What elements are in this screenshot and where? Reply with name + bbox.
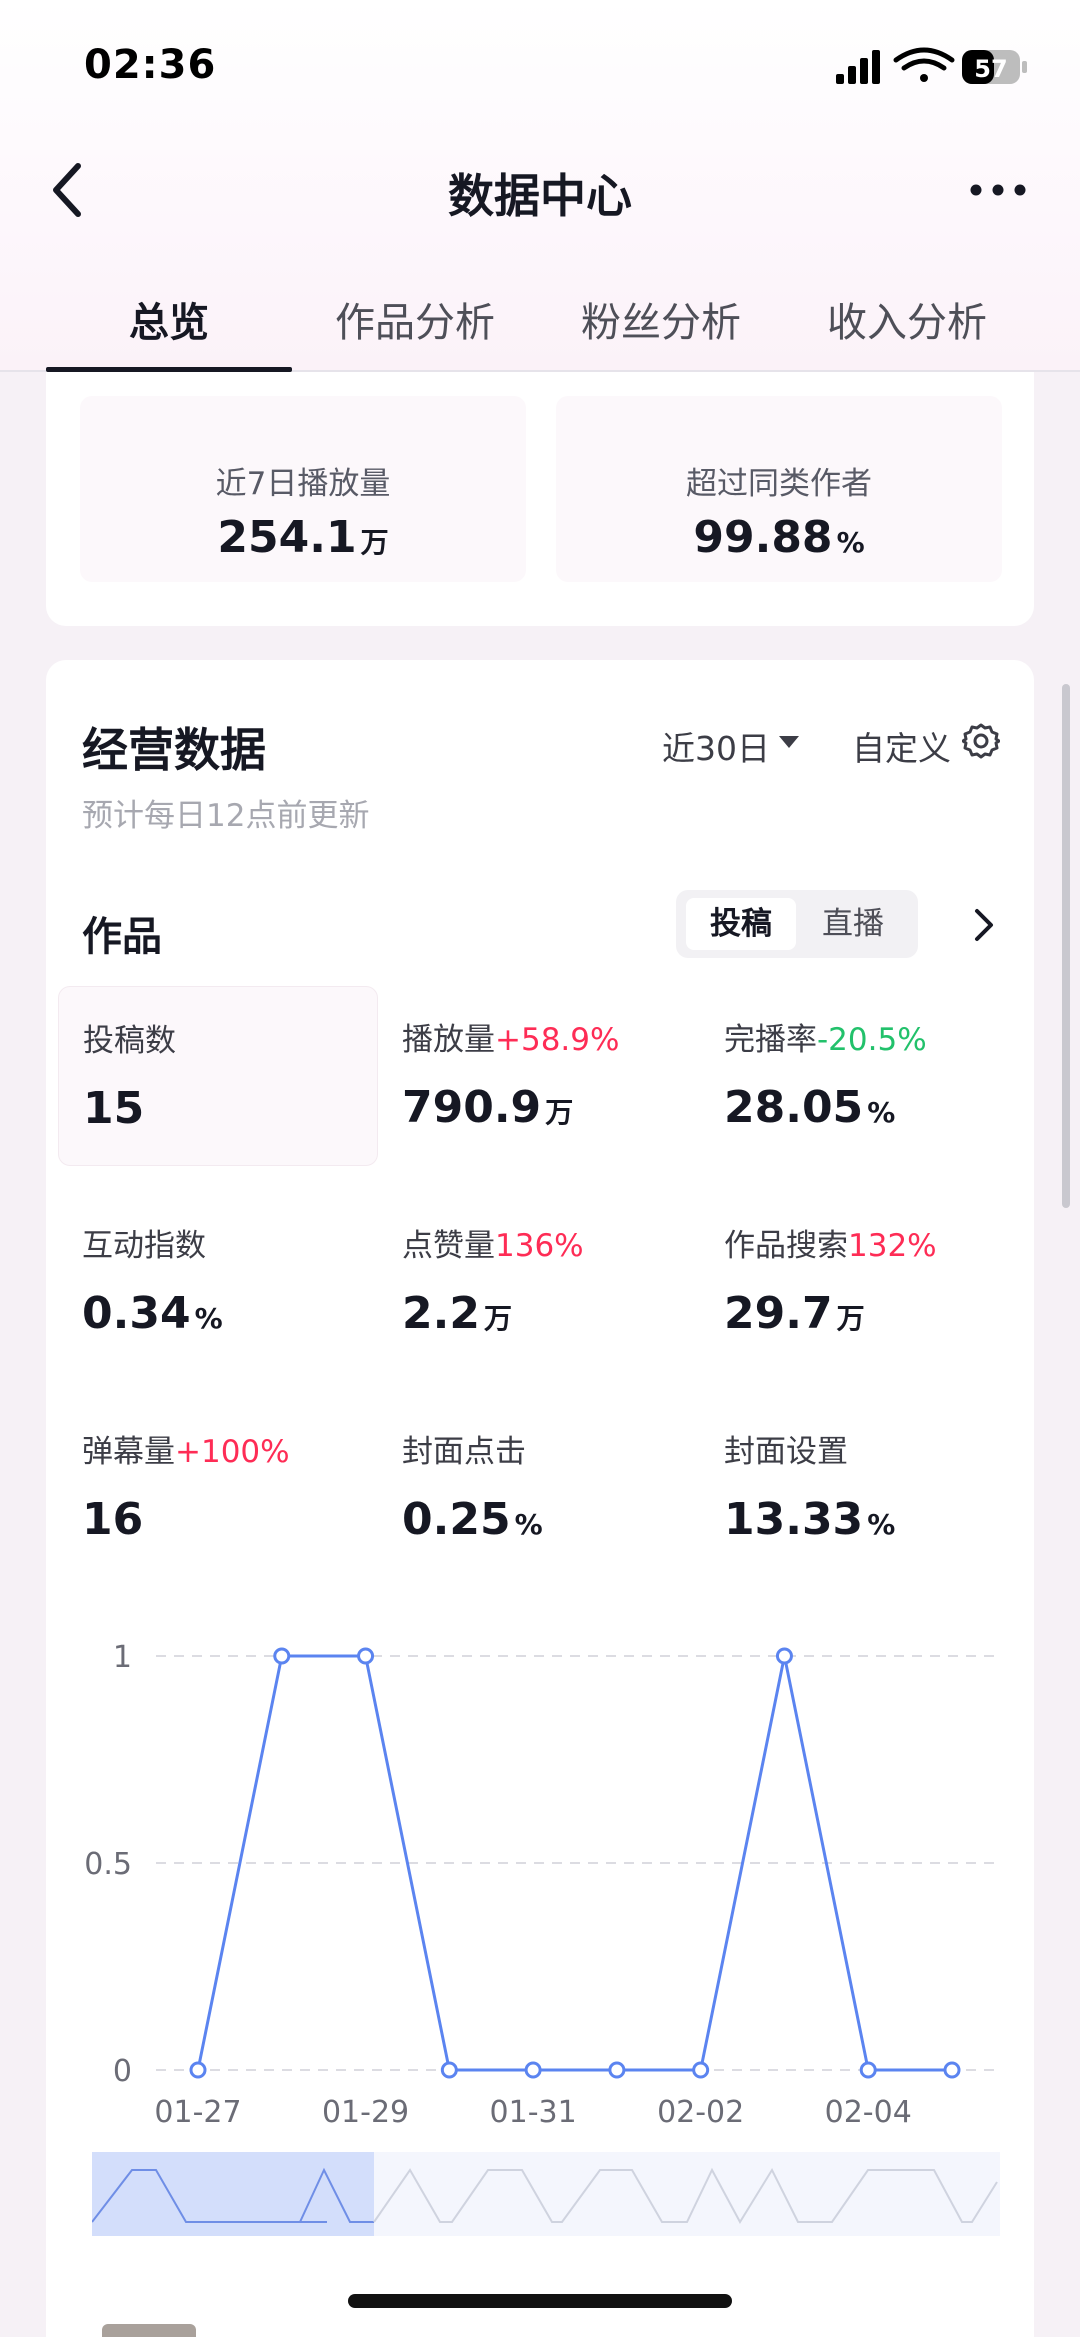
x-tick-label: 01-29	[322, 2095, 409, 2130]
battery-level: 57	[974, 55, 1007, 83]
summary-rank-label: 超过同类作者	[686, 466, 872, 502]
x-tick-label: 01-31	[490, 2095, 577, 2130]
business-title: 经营数据	[82, 723, 266, 777]
slider-selection[interactable]	[92, 2152, 374, 2236]
more-options-icon[interactable]	[968, 178, 1028, 202]
signal-icon	[836, 50, 880, 84]
works-segment-control: 投稿 直播	[676, 890, 918, 958]
data-point	[440, 2061, 458, 2079]
metric-engagement-index[interactable]: 互动指数 0.34%	[58, 1192, 378, 1372]
summary-plays-value: 254.1 万	[217, 512, 389, 563]
summary-plays-label: 近7日播放量	[215, 466, 391, 502]
home-indicator[interactable]	[348, 2294, 732, 2308]
wifi-icon	[893, 47, 955, 82]
x-tick-label: 02-04	[825, 2095, 912, 2130]
tab-works-analysis[interactable]: 作品分析	[292, 290, 538, 348]
summary-card: 近7日播放量 254.1 万 超过同类作者 99.88%	[46, 372, 1034, 626]
data-point	[943, 2061, 961, 2079]
data-point	[608, 2061, 626, 2079]
business-subtitle: 预计每日12点前更新	[82, 798, 370, 834]
segment-live[interactable]: 直播	[798, 898, 908, 950]
x-tick-label: 01-27	[154, 2095, 241, 2130]
summary-plays[interactable]: 近7日播放量 254.1 万	[80, 396, 526, 582]
custom-button[interactable]: 自定义	[852, 722, 951, 770]
page-scrollbar[interactable]	[1062, 684, 1070, 1208]
metric-cover-clicks[interactable]: 封面点击 0.25%	[378, 1398, 698, 1578]
tab-fans-analysis[interactable]: 粉丝分析	[538, 290, 784, 348]
posts-line-chart[interactable]: 0 0.5 1 01-27 01-29 01-31 02-02 02-04	[46, 1620, 1034, 2140]
x-tick-label: 02-02	[657, 2095, 744, 2130]
tab-income-analysis[interactable]: 收入分析	[784, 290, 1030, 348]
data-point	[189, 2061, 207, 2079]
data-point	[859, 2061, 877, 2079]
content-thumbnail	[102, 2324, 196, 2337]
data-point	[524, 2061, 542, 2079]
data-point	[273, 1647, 291, 1665]
caret-down-icon[interactable]	[778, 735, 800, 749]
data-point	[357, 1647, 375, 1665]
works-title: 作品	[82, 914, 162, 960]
gear-icon[interactable]	[962, 722, 1000, 760]
metric-likes[interactable]: 点赞量136% 2.2 万	[378, 1192, 698, 1372]
battery-icon: 57	[962, 50, 1027, 84]
metric-posts[interactable]: 投稿数 15	[58, 986, 378, 1166]
summary-rank[interactable]: 超过同类作者 99.88%	[556, 396, 1002, 582]
y-tick-label: 0	[113, 2054, 132, 2089]
y-tick-label: 0.5	[84, 1847, 132, 1882]
metric-cover-settings[interactable]: 封面设置 13.33%	[700, 1398, 1020, 1578]
y-tick-label: 1	[113, 1640, 132, 1675]
metric-work-search[interactable]: 作品搜索132% 29.7 万	[700, 1192, 1020, 1372]
page-title: 数据中心	[448, 169, 632, 223]
segment-posts[interactable]: 投稿	[686, 898, 796, 950]
chart-range-slider[interactable]	[92, 2152, 1000, 2236]
tab-bar: 总览 作品分析 粉丝分析 收入分析	[0, 278, 1080, 372]
tab-overview[interactable]: 总览	[46, 290, 292, 348]
status-time: 02:36	[84, 42, 217, 88]
date-range-selector[interactable]: 近30日	[662, 722, 770, 770]
metric-plays[interactable]: 播放量+58.9% 790.9 万	[378, 986, 698, 1166]
metric-danmaku[interactable]: 弹幕量+100% 16	[58, 1398, 378, 1578]
status-icons: 57	[836, 47, 1027, 84]
data-point	[692, 2061, 710, 2079]
summary-rank-value: 99.88%	[693, 512, 865, 563]
data-point	[775, 1647, 793, 1665]
chevron-right-icon[interactable]	[972, 906, 996, 944]
metric-completion-rate[interactable]: 完播率-20.5% 28.05%	[700, 986, 1020, 1166]
